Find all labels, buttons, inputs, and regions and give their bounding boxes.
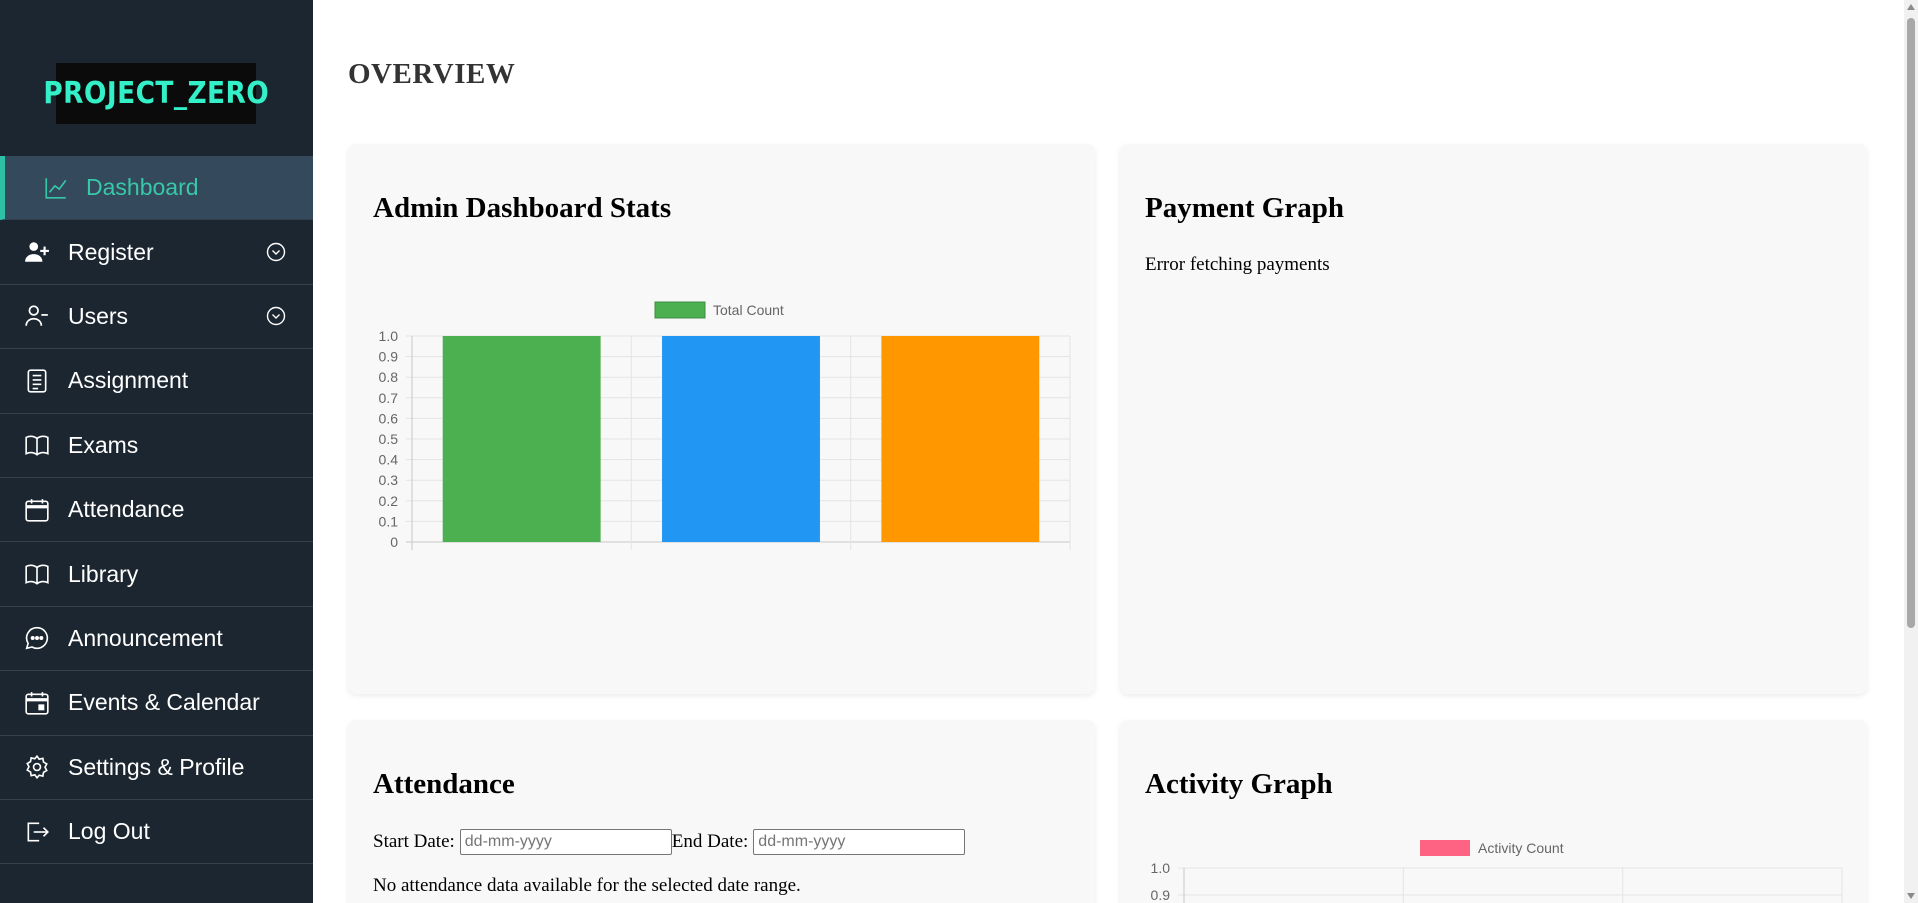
sidebar-item-label: Dashboard <box>86 174 199 201</box>
sidebar-item-announcement[interactable]: Announcement <box>0 607 313 672</box>
chevron-down-icon[interactable] <box>266 242 286 262</box>
calendar-event-icon <box>25 691 49 715</box>
chart-legend: Activity Count <box>1420 840 1564 856</box>
payment-error-message: Error fetching payments <box>1145 254 1330 275</box>
admin-stats-chart: Total Count 0 0.1 0.2 0.3 0.4 0.5 0.6 0.7 0.8 0.9 1… <box>379 301 1071 550</box>
sidebar-item-label: Events & Calendar <box>68 689 260 716</box>
sidebar-item-label: Settings & Profile <box>68 753 245 780</box>
y-tick-label: 0.8 <box>379 369 399 385</box>
sidebar-item-users[interactable]: Users <box>0 285 313 350</box>
sidebar-item-library[interactable]: Library <box>0 542 313 607</box>
sidebar-item-log-out[interactable]: Log Out <box>0 800 313 865</box>
admin-stats-card: Admin Dashboard Stats Total Count 0 0.1 0.2… <box>348 144 1095 694</box>
legend-label: Total Count <box>713 302 784 318</box>
start-date-label: Start Date: <box>373 831 455 852</box>
calendar-icon <box>25 498 49 522</box>
y-tick-label: 0 <box>390 534 398 550</box>
scroll-down-arrow-icon[interactable] <box>1907 893 1915 899</box>
legend-swatch <box>654 301 706 319</box>
sidebar-item-label: Library <box>68 560 139 587</box>
scrollbar-thumb[interactable] <box>1907 18 1915 628</box>
user-plus-icon <box>25 242 49 262</box>
document-icon <box>27 369 47 393</box>
book-icon <box>25 435 49 457</box>
chevron-down-icon[interactable] <box>266 306 286 326</box>
y-tick-label: 0.9 <box>1151 887 1171 903</box>
logout-icon <box>27 822 49 842</box>
page-scrollbar[interactable] <box>1904 0 1918 903</box>
sidebar-item-attendance[interactable]: Attendance <box>0 478 313 543</box>
sidebar-item-label: Users <box>68 302 129 329</box>
chart-line-icon <box>45 177 67 199</box>
sidebar-nav: Dashboard Register Users Assignment Exam… <box>0 156 313 865</box>
sidebar-item-dashboard[interactable]: Dashboard <box>0 156 313 221</box>
activity-chart: Activity Count 1.0 0.9 <box>1151 840 1843 903</box>
logo[interactable]: PROJECT_ZERO <box>43 63 268 124</box>
date-range-row: Start Date: End Date: <box>373 829 966 855</box>
sidebar-item-events-calendar[interactable]: Events & Calendar <box>0 671 313 736</box>
attendance-title: Attendance <box>373 768 515 800</box>
sidebar-item-label: Register <box>68 238 154 265</box>
gear-icon <box>26 755 48 780</box>
chat-icon <box>25 627 49 650</box>
y-tick-label: 0.2 <box>379 493 399 509</box>
admin-stats-title: Admin Dashboard Stats <box>373 192 672 224</box>
y-tick-label: 0.4 <box>379 452 399 468</box>
y-tick-label: 0.9 <box>379 349 399 365</box>
sidebar: PROJECT_ZERO Dashboard Register Users As… <box>0 0 313 903</box>
sidebar-item-label: Assignment <box>68 367 189 394</box>
start-date-input[interactable] <box>459 829 672 855</box>
y-tick-label: 0.7 <box>379 390 399 406</box>
logo-text: PROJECT_ZERO <box>43 76 269 111</box>
scroll-up-arrow-icon[interactable] <box>1907 4 1915 10</box>
sidebar-item-exams[interactable]: Exams <box>0 414 313 478</box>
y-tick-label: 1.0 <box>1151 860 1171 876</box>
chart-legend: Total Count <box>654 301 784 319</box>
y-tick-label: 0.5 <box>379 431 399 447</box>
sidebar-item-label: Attendance <box>68 496 185 523</box>
sidebar-item-label: Exams <box>68 431 139 458</box>
payment-graph-card: Payment Graph Error fetching payments <box>1120 144 1867 694</box>
attendance-empty-message: No attendance data available for the sel… <box>373 875 801 896</box>
attendance-card: Attendance Start Date: End Date: No atte… <box>348 720 1095 903</box>
user-minus-icon <box>25 305 48 327</box>
y-tick-label: 0.3 <box>379 472 399 488</box>
sidebar-item-assignment[interactable]: Assignment <box>0 349 313 414</box>
sidebar-item-label: Log Out <box>68 818 150 845</box>
end-date-label: End Date: <box>671 831 749 852</box>
legend-label: Activity Count <box>1478 840 1564 856</box>
book-icon <box>25 564 49 585</box>
bar <box>662 336 820 542</box>
y-tick-label: 0.1 <box>379 513 399 529</box>
bar <box>442 336 601 542</box>
legend-swatch <box>1420 840 1470 856</box>
sidebar-item-label: Announcement <box>68 624 223 651</box>
y-tick-label: 0.6 <box>379 410 399 426</box>
page-title: OVERVIEW <box>348 58 516 90</box>
activity-graph-card: Activity Graph Activity Count 1.0 0.9 <box>1120 720 1867 903</box>
bar <box>881 336 1040 542</box>
y-tick-label: 1.0 <box>379 328 399 344</box>
payment-graph-title: Payment Graph <box>1145 192 1344 224</box>
activity-graph-title: Activity Graph <box>1145 768 1333 800</box>
end-date-input[interactable] <box>753 829 966 855</box>
sidebar-item-register[interactable]: Register <box>0 220 313 285</box>
sidebar-item-settings-profile[interactable]: Settings & Profile <box>0 736 313 800</box>
